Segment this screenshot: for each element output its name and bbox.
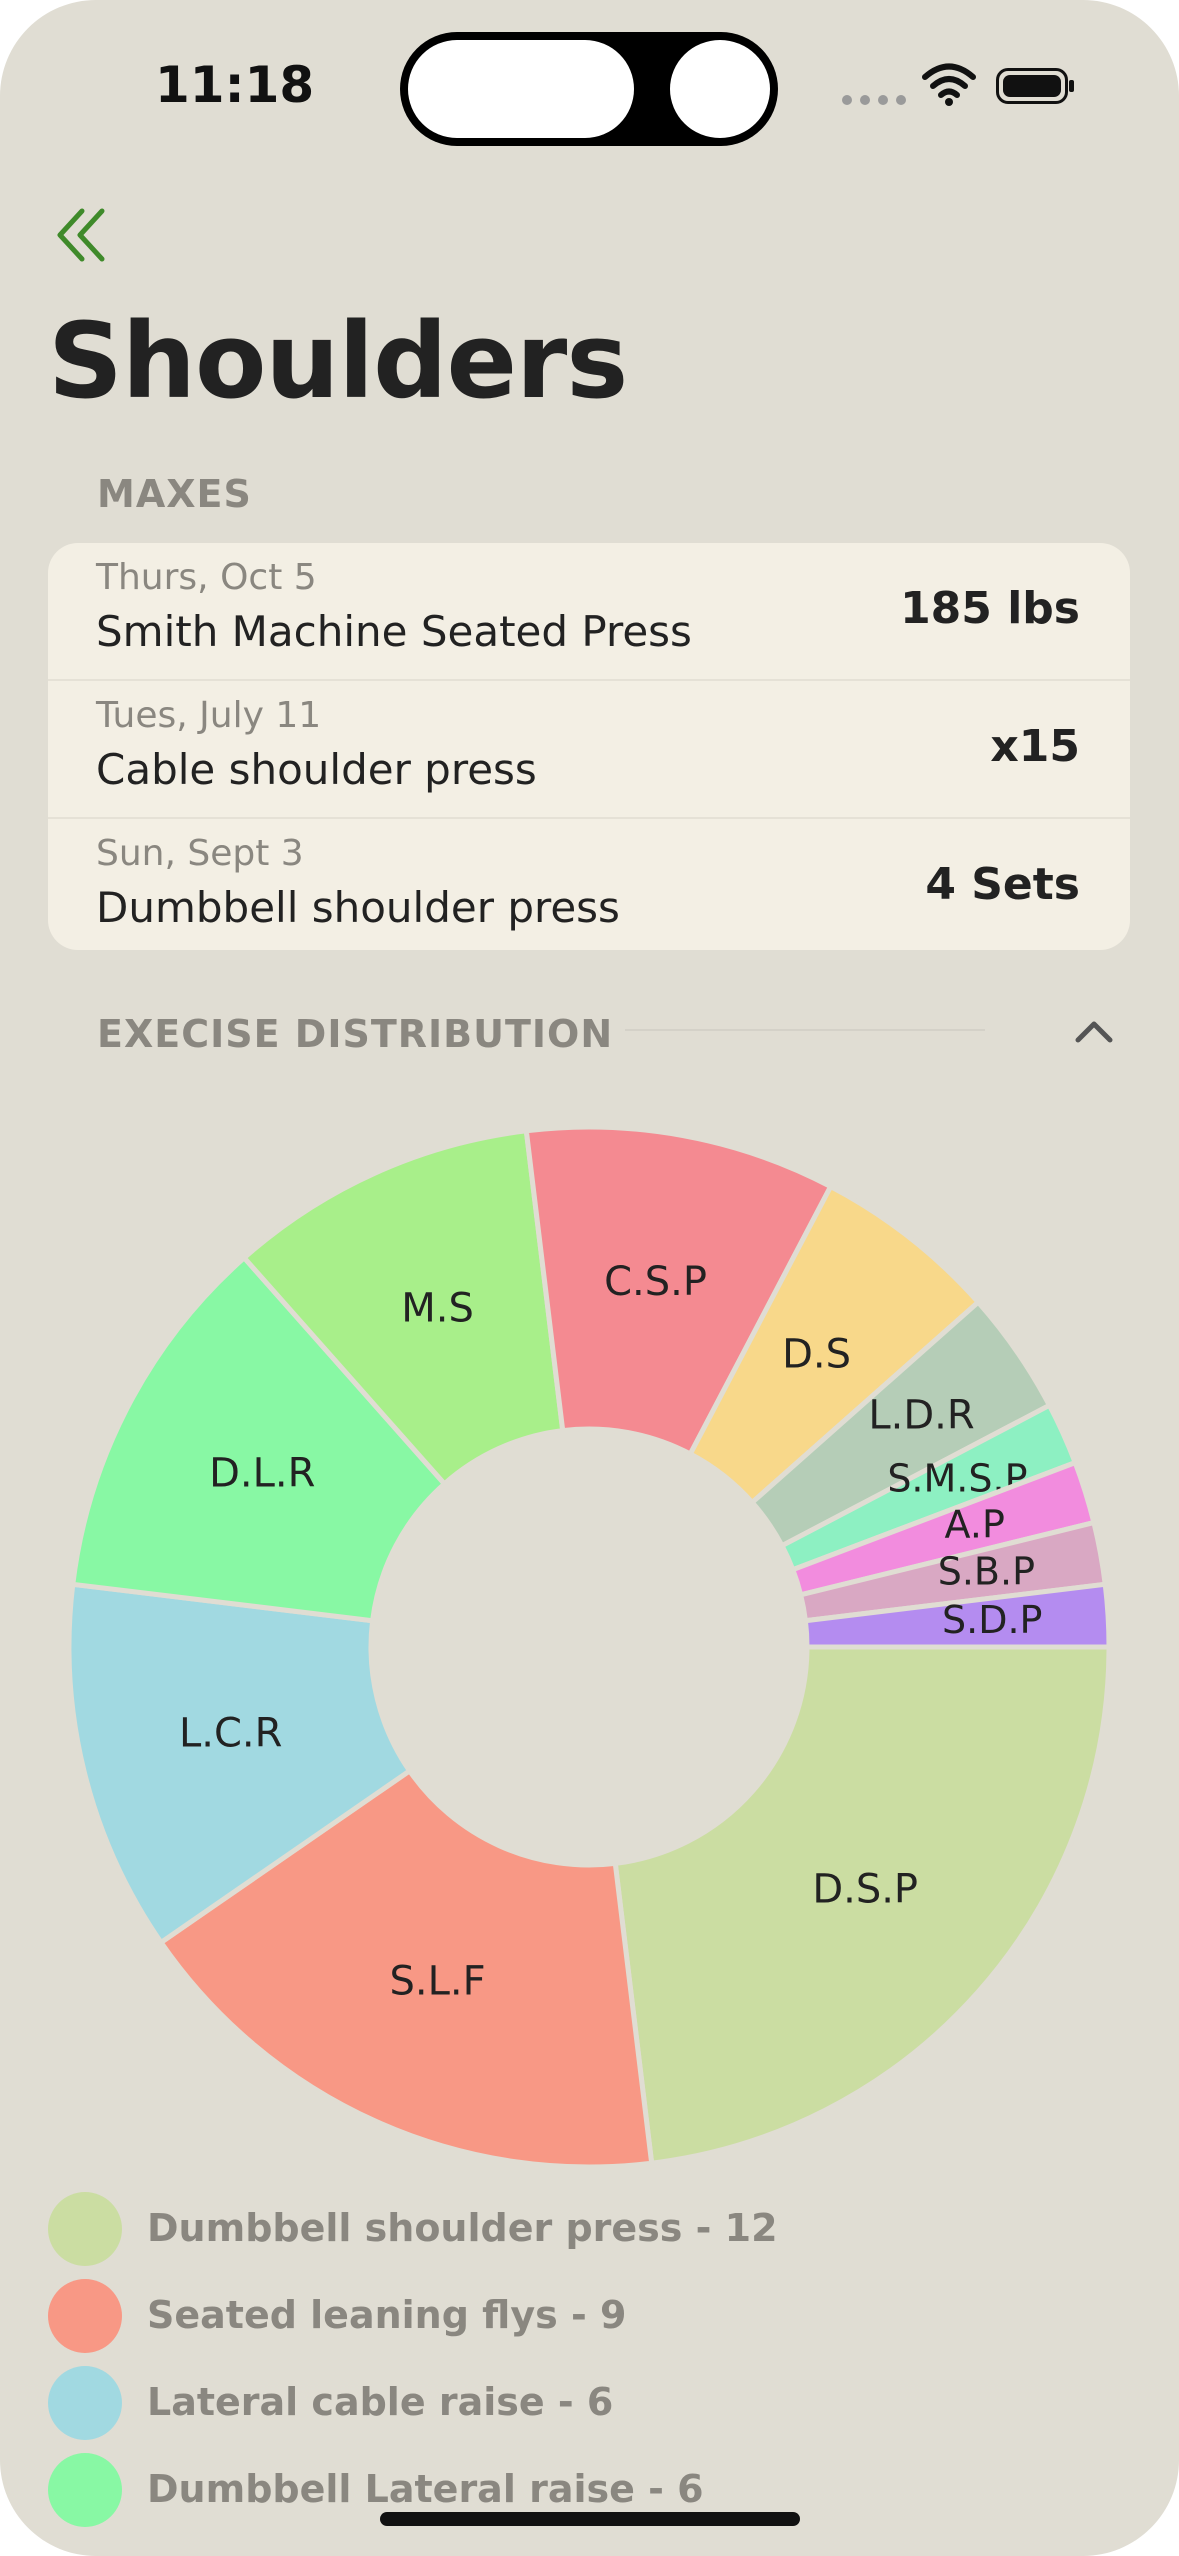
- max-exercise: Dumbbell shoulder press: [96, 883, 620, 932]
- double-chevron-left-icon[interactable]: [54, 205, 110, 265]
- legend-label: Seated leaning flys - 9: [147, 2293, 627, 2337]
- max-value: x15: [990, 721, 1080, 772]
- max-date: Tues, July 11: [96, 695, 322, 736]
- legend-color-swatch: [48, 2279, 122, 2353]
- maxes-section-label: MAXES: [97, 472, 252, 516]
- chevron-up-icon[interactable]: [1073, 1018, 1115, 1046]
- status-time: 11:18: [155, 56, 315, 114]
- max-row[interactable]: Thurs, Oct 5 Smith Machine Seated Press …: [48, 543, 1130, 681]
- wifi-icon: [922, 63, 976, 106]
- home-indicator: [380, 2512, 800, 2526]
- max-value: 185 lbs: [900, 583, 1080, 634]
- donut-slice-label: L.D.R: [868, 1393, 974, 1439]
- phone-screen: 11:18 Shoulders MAXES Thurs, Oct 5 Smith…: [0, 0, 1179, 2556]
- legend-label: Lateral cable raise - 6: [147, 2380, 614, 2424]
- max-value: 4 Sets: [925, 859, 1080, 910]
- cellular-signal-icon: [842, 95, 906, 105]
- legend-color-swatch: [48, 2366, 122, 2440]
- donut-slice-label: S.B.P: [938, 1550, 1035, 1594]
- donut-slice-label: D.S.P: [812, 1867, 918, 1913]
- section-divider: [625, 1029, 985, 1031]
- donut-slice-label: S.L.F: [389, 1958, 485, 2004]
- dynamic-island: [400, 32, 778, 146]
- legend-label: Dumbbell Lateral raise - 6: [147, 2467, 704, 2511]
- donut-slice-label: M.S: [401, 1286, 474, 1332]
- max-date: Sun, Sept 3: [96, 833, 304, 874]
- battery-icon: [996, 68, 1074, 104]
- legend-color-swatch: [48, 2453, 122, 2527]
- max-row[interactable]: Tues, July 11 Cable shoulder press x15: [48, 681, 1130, 819]
- page-title: Shoulders: [48, 300, 628, 422]
- donut-slice-label: D.S: [782, 1332, 851, 1378]
- max-exercise: Cable shoulder press: [96, 745, 537, 794]
- donut-slice-label: C.S.P: [604, 1259, 707, 1305]
- maxes-card: Thurs, Oct 5 Smith Machine Seated Press …: [48, 543, 1130, 950]
- donut-slice-label: A.P: [945, 1502, 1005, 1546]
- max-row[interactable]: Sun, Sept 3 Dumbbell shoulder press 4 Se…: [48, 819, 1130, 950]
- max-exercise: Smith Machine Seated Press: [96, 607, 692, 656]
- max-date: Thurs, Oct 5: [96, 557, 317, 598]
- island-pill: [408, 40, 634, 138]
- donut-slice-label: D.L.R: [209, 1451, 315, 1497]
- donut-slice-label: S.D.P: [942, 1598, 1042, 1642]
- exercise-distribution-donut-chart: D.S.PS.L.FL.C.RD.L.RM.SC.S.PD.SL.D.RS.M.…: [66, 1124, 1112, 2170]
- island-dot: [670, 40, 770, 138]
- donut-slice-label: L.C.R: [179, 1710, 282, 1756]
- legend-label: Dumbbell shoulder press - 12: [147, 2206, 778, 2250]
- distribution-section-label: EXECISE DISTRIBUTION: [97, 1012, 614, 1056]
- legend-color-swatch: [48, 2192, 122, 2266]
